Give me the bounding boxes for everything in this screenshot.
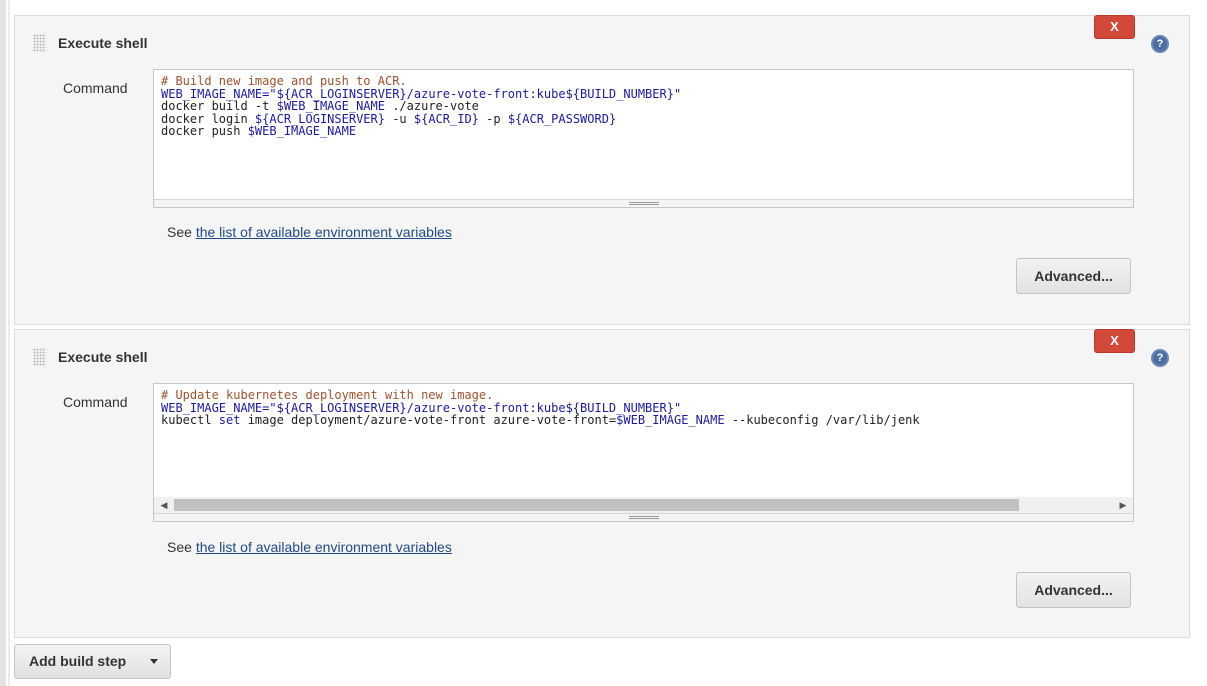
editor-resize-bar[interactable] [154,199,1133,207]
code-token: kubectl [161,413,219,427]
editor-resize-bar[interactable] [154,513,1133,521]
help-icon[interactable]: ? [1151,349,1169,367]
scroll-left-icon[interactable]: ◀ [156,497,172,513]
resize-grip-icon[interactable] [628,202,659,205]
delete-step-button[interactable]: X [1094,329,1135,353]
code-token: ${ACR_PASSWORD} [507,111,617,126]
command-editor[interactable]: # Build new image and push to ACR. WEB_I… [153,69,1134,208]
code-token: $WEB_IMAGE_NAME [247,124,357,138]
drag-handle-icon[interactable] [33,348,46,366]
build-step-2: Execute shell X ? Command # Update kuber… [14,329,1190,638]
step-title: Execute shell [58,35,148,51]
command-editor[interactable]: # Update kubernetes deployment with new … [153,383,1134,522]
env-vars-line: See the list of available environment va… [167,224,452,240]
code-token: docker push [161,124,248,138]
help-icon[interactable]: ? [1151,35,1169,53]
see-prefix: See [167,224,196,240]
code-token: ${ACR_ID} [413,111,479,126]
env-vars-line: See the list of available environment va… [167,539,452,555]
add-build-step-label: Add build step [29,653,127,669]
step-title: Execute shell [58,349,148,365]
code-token: set [218,413,241,427]
command-label: Command [63,80,128,96]
drag-handle-icon[interactable] [33,34,46,52]
build-step-1: Execute shell X ? Command # Build new im… [14,15,1190,325]
advanced-button[interactable]: Advanced... [1016,572,1131,608]
code-token: --kubeconfig /var/lib/jenk [724,413,920,427]
left-rail [0,0,6,686]
command-label: Command [63,394,128,410]
add-build-step-button[interactable]: Add build step [14,644,171,679]
code-token: $WEB_IMAGE_NAME [616,413,725,427]
scroll-right-icon[interactable]: ▶ [1115,497,1131,513]
see-prefix: See [167,539,196,555]
scrollbar-thumb[interactable] [174,499,1019,511]
advanced-button[interactable]: Advanced... [1016,258,1131,294]
horizontal-scrollbar[interactable]: ◀ ▶ [154,497,1133,513]
env-vars-link[interactable]: the list of available environment variab… [196,224,452,240]
chevron-down-icon[interactable] [150,659,158,664]
command-text[interactable]: # Build new image and push to ACR. WEB_I… [154,70,1133,138]
code-token: -u [384,111,414,126]
left-rail-inner [8,0,10,686]
command-text[interactable]: # Update kubernetes deployment with new … [154,384,1133,427]
resize-grip-icon[interactable] [628,516,659,519]
delete-step-button[interactable]: X [1094,15,1135,39]
code-token: image deployment/azure-vote-front azure-… [240,413,617,427]
env-vars-link[interactable]: the list of available environment variab… [196,539,452,555]
code-token: -p [478,111,508,126]
